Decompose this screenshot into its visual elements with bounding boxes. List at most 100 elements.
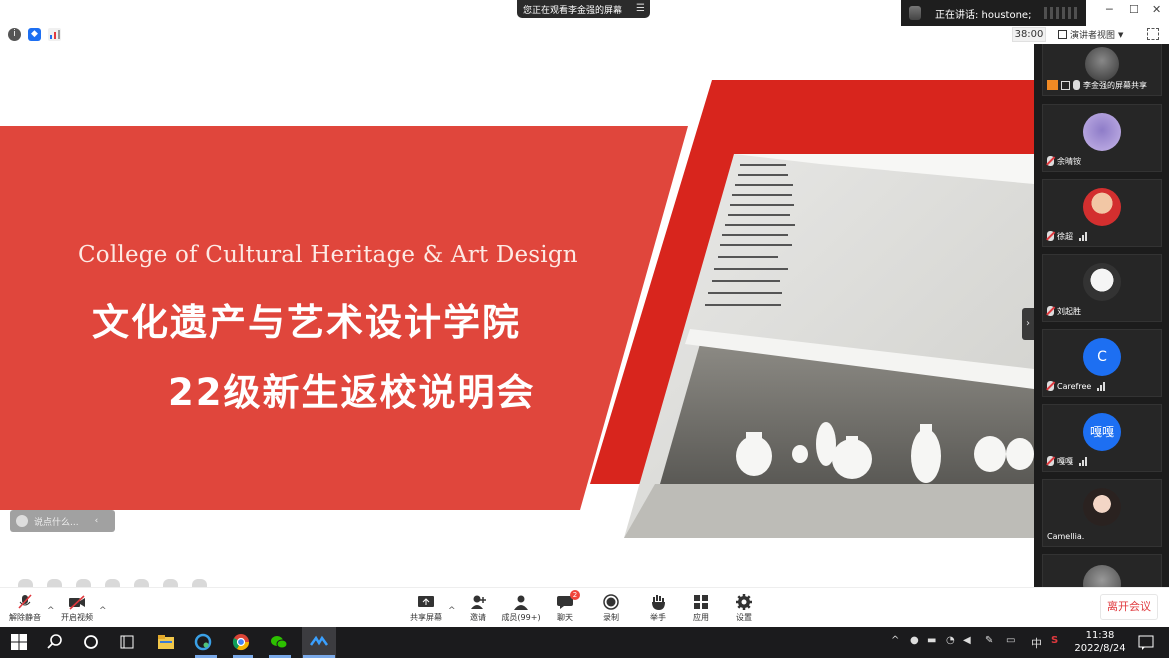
- slide-title-english: College of Cultural Heritage & Art Desig…: [78, 242, 578, 268]
- screen-icon: [1061, 80, 1070, 90]
- tray-mic-icon[interactable]: ●: [910, 635, 919, 646]
- mic-muted-icon: [1047, 231, 1054, 241]
- meeting-control-bar: 解除静音 ^ 开启视频 ^ 共享屏幕 ^ 邀请 成员(99+) 2 聊天 录制: [0, 587, 1169, 627]
- camera-off-icon: [69, 595, 85, 610]
- windows-taskbar: ^ ● ▬ ◔ ◀ ✎ ▭ 中 S 11:38 2022/8/24: [0, 627, 1169, 658]
- annotation-tool-icon[interactable]: [18, 579, 33, 587]
- record-button[interactable]: 录制: [588, 594, 634, 623]
- apps-button[interactable]: 应用: [678, 594, 724, 623]
- wechat-icon[interactable]: [270, 633, 288, 651]
- share-banner-text: 您正在观看李金强的屏幕: [523, 5, 623, 16]
- chat-button[interactable]: 2 聊天: [542, 590, 588, 623]
- host-icon: [1047, 80, 1058, 90]
- record-icon: [603, 594, 619, 610]
- view-grid-icon: [1058, 30, 1067, 39]
- tray-ime-language[interactable]: 中: [1031, 635, 1042, 651]
- tray-app-icon[interactable]: S: [1051, 635, 1058, 646]
- annotation-tool-icon[interactable]: [163, 579, 178, 587]
- speaking-indicator: 正在讲话: houstone;: [901, 0, 1086, 26]
- shield-icon[interactable]: ◆: [28, 28, 41, 41]
- windows-start-icon[interactable]: [10, 633, 28, 651]
- chevron-left-icon[interactable]: ‹: [95, 516, 99, 526]
- participant-tile[interactable]: 李金强的屏幕共享: [1042, 44, 1162, 96]
- clock-time: 11:38: [1085, 630, 1115, 641]
- minimize-icon[interactable]: ─: [1106, 3, 1113, 16]
- tray-wifi-icon[interactable]: ◔: [946, 635, 955, 646]
- cortana-icon[interactable]: [82, 633, 100, 651]
- taskbar-clock[interactable]: 11:38 2022/8/24: [1072, 629, 1128, 655]
- fullscreen-icon[interactable]: [1147, 28, 1159, 40]
- edge-browser-icon[interactable]: [194, 633, 212, 651]
- add-user-icon: [471, 595, 486, 609]
- screen-share-banner[interactable]: 您正在观看李金强的屏幕 ☰: [517, 0, 650, 18]
- audio-wave-icon: [1044, 7, 1080, 19]
- avatar: C: [1083, 338, 1121, 376]
- start-video-button[interactable]: 开启视频: [54, 594, 100, 623]
- mic-muted-icon: [1047, 156, 1054, 166]
- file-explorer-icon[interactable]: [157, 633, 175, 651]
- members-icon: [514, 595, 528, 610]
- raise-hand-button[interactable]: 举手: [635, 594, 681, 623]
- participant-tile[interactable]: 徐超: [1042, 179, 1162, 247]
- annotation-tool-icon[interactable]: [76, 579, 91, 587]
- annotation-tool-icon[interactable]: [105, 579, 120, 587]
- speaker-view-button[interactable]: 演讲者视图 ▼: [1058, 27, 1138, 42]
- tray-pen-icon[interactable]: ✎: [985, 635, 993, 646]
- share-screen-icon: [418, 596, 434, 607]
- tencent-meeting-taskbar-item[interactable]: [302, 627, 336, 658]
- meeting-window: 您正在观看李金强的屏幕 ☰ 正在讲话: houstone; ─ ☐ ✕ i ◆ …: [0, 0, 1169, 658]
- search-icon[interactable]: [46, 633, 64, 651]
- chat-placeholder: 说点什么...: [34, 517, 79, 528]
- annotation-tool-icon[interactable]: [192, 579, 207, 587]
- participant-gallery[interactable]: 李金强的屏幕共享 余晴铵 徐超 刘起胜 C Carefree 嘎嘎 嘎嘎 Cam…: [1034, 44, 1169, 587]
- share-screen-button[interactable]: 共享屏幕: [403, 594, 449, 623]
- participant-name: 徐超: [1057, 231, 1073, 241]
- tencent-meeting-icon: [310, 635, 328, 646]
- signal-strength-icon: [1079, 456, 1087, 466]
- participant-tile[interactable]: 刘起胜: [1042, 254, 1162, 322]
- invite-button[interactable]: 邀请: [455, 594, 501, 623]
- slide-subtitle-chinese: 22级新生返校说明会: [168, 371, 536, 414]
- menu-icon[interactable]: ☰: [636, 3, 645, 14]
- tray-battery-icon[interactable]: ▬: [927, 635, 936, 646]
- slide-photo-floor: [624, 484, 1034, 538]
- task-view-icon[interactable]: [118, 633, 136, 651]
- close-icon[interactable]: ✕: [1152, 3, 1161, 16]
- tray-chevron-up-icon[interactable]: ^: [891, 635, 899, 646]
- unmute-button[interactable]: 解除静音: [2, 594, 48, 623]
- mic-muted-icon: [1047, 306, 1054, 316]
- info-icon[interactable]: i: [8, 28, 21, 41]
- members-button[interactable]: 成员(99+): [498, 594, 544, 623]
- chat-quick-input[interactable]: 说点什么... ‹: [10, 510, 115, 532]
- gallery-collapse-handle[interactable]: ›: [1022, 308, 1034, 340]
- view-label: 演讲者视图: [1070, 31, 1116, 41]
- speaking-label: 正在讲话: houstone;: [935, 9, 1032, 21]
- leave-meeting-button[interactable]: 离开会议: [1100, 594, 1158, 620]
- chat-unread-badge: 2: [570, 590, 580, 600]
- avatar: [1083, 565, 1121, 587]
- signal-stats-icon[interactable]: [48, 28, 61, 41]
- participant-tile[interactable]: [1042, 554, 1162, 587]
- avatar: [1083, 488, 1121, 526]
- mic-muted-icon: [1047, 381, 1054, 391]
- annotation-tool-icon[interactable]: [47, 579, 62, 587]
- emoji-icon[interactable]: [16, 515, 28, 527]
- tray-keyboard-icon[interactable]: ▭: [1006, 635, 1015, 646]
- annotation-tool-icon[interactable]: [134, 579, 149, 587]
- meeting-timer: 38:00: [1012, 27, 1046, 42]
- participant-tile[interactable]: 余晴铵: [1042, 104, 1162, 172]
- tray-volume-icon[interactable]: ◀: [963, 635, 971, 646]
- participant-tile[interactable]: Camellia.: [1042, 479, 1162, 547]
- notification-icon[interactable]: [1137, 633, 1155, 651]
- participant-tile[interactable]: C Carefree: [1042, 329, 1162, 397]
- maximize-icon[interactable]: ☐: [1129, 3, 1139, 16]
- settings-button[interactable]: 设置: [721, 594, 767, 623]
- mic-icon: [1073, 80, 1080, 90]
- chevron-up-icon[interactable]: ^: [99, 606, 107, 616]
- mic-muted-icon: [18, 594, 32, 609]
- shared-slide: College of Cultural Heritage & Art Desig…: [0, 44, 1034, 587]
- participant-name: 余晴铵: [1057, 156, 1081, 166]
- avatar: [1083, 113, 1121, 151]
- chrome-icon[interactable]: [232, 633, 250, 651]
- participant-tile[interactable]: 嘎嘎 嘎嘎: [1042, 404, 1162, 472]
